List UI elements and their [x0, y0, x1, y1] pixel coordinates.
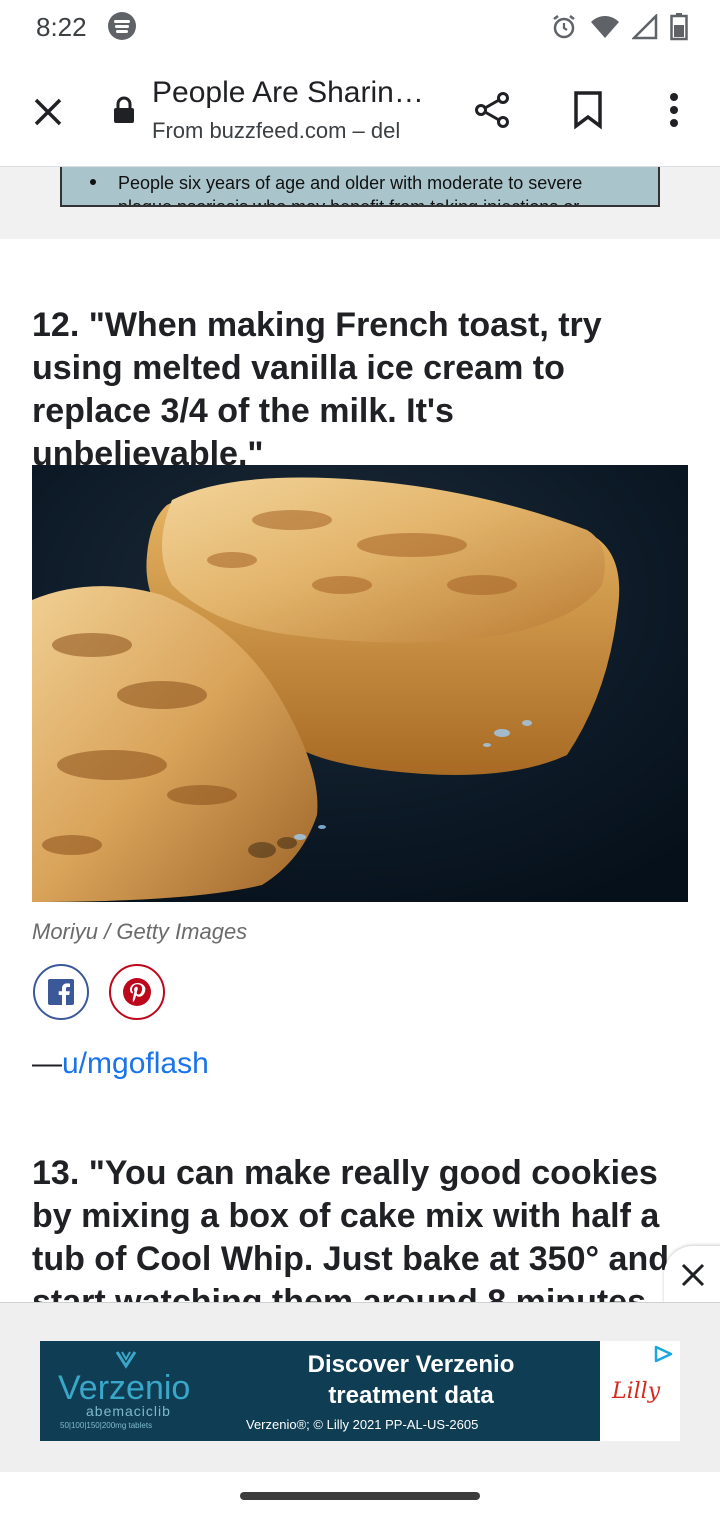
article-content: People six years of age and older with m… [0, 167, 720, 1302]
close-button[interactable] [24, 88, 72, 136]
status-icons [550, 12, 688, 42]
wifi-icon [591, 16, 619, 38]
sponsor-logo: Lilly [612, 1379, 661, 1404]
sponsor-panel: Lilly [600, 1341, 680, 1441]
pinterest-share-button[interactable] [109, 964, 165, 1020]
page-source-url[interactable]: From buzzfeed.com – del [152, 118, 442, 144]
facebook-icon [48, 979, 74, 1005]
close-icon [34, 98, 62, 126]
more-options-button[interactable] [650, 86, 698, 134]
top-ad[interactable]: People six years of age and older with m… [60, 167, 660, 207]
french-toast-image [32, 465, 688, 902]
top-ad-band: People six years of age and older with m… [0, 167, 720, 239]
item-13-heading: 13. "You can make really good cookies by… [32, 1154, 669, 1302]
ad-brand-generic: abemaciclib [86, 1403, 171, 1419]
pinterest-icon [123, 978, 151, 1006]
facebook-share-button[interactable] [33, 964, 89, 1020]
more-vert-icon [670, 93, 678, 127]
alarm-icon [553, 15, 575, 39]
status-time: 8:22 [36, 12, 87, 42]
verzenio-ad-banner[interactable]: Verzenio abemaciclib 50|100|150|200mg ta… [40, 1341, 680, 1441]
page-title[interactable]: People Are Sharin… [152, 76, 442, 110]
adchoices-icon[interactable] [652, 1345, 674, 1363]
home-gesture-handle[interactable] [240, 1492, 480, 1500]
gesture-nav-bar [0, 1472, 720, 1520]
brand-mark-icon [115, 1351, 137, 1369]
battery-icon [670, 13, 688, 41]
spotify-icon [108, 12, 136, 40]
attribution-user-link[interactable]: u/mgoflash [62, 1047, 209, 1080]
top-ad-line1: People six years of age and older with m… [118, 173, 583, 193]
share-button[interactable] [468, 86, 516, 134]
bottom-anchor-ad: Verzenio abemaciclib 50|100|150|200mg ta… [0, 1302, 720, 1473]
ad-headline-line2: treatment data [328, 1382, 494, 1409]
photo-credit: Moriyu / Getty Images [32, 919, 248, 944]
lock-icon [114, 96, 134, 123]
close-ad-button[interactable] [664, 1246, 720, 1304]
signal-icon [632, 14, 658, 40]
bookmark-icon [574, 91, 602, 130]
item-12-heading: 12. "When making French toast, try using… [32, 306, 602, 473]
ad-legal-text: Verzenio®; © Lilly 2021 PP-AL-US-2605 [246, 1417, 479, 1432]
custom-tab-toolbar: People Are Sharin… From buzzfeed.com – d… [0, 56, 720, 167]
ad-brand-doses: 50|100|150|200mg tablets [60, 1421, 153, 1430]
bookmark-button[interactable] [564, 86, 612, 134]
attribution: —u/mgoflash [32, 1047, 209, 1081]
share-icon [475, 92, 509, 128]
ad-headline-line1: Discover Verzenio [307, 1351, 515, 1378]
status-bar: 8:22 [0, 0, 720, 56]
top-ad-line2: plaque psoriasis who may benefit from ta… [118, 197, 580, 207]
french-toast-photo [32, 465, 688, 902]
bullet [90, 179, 96, 185]
attribution-dash: — [32, 1047, 62, 1080]
close-icon [681, 1263, 705, 1287]
